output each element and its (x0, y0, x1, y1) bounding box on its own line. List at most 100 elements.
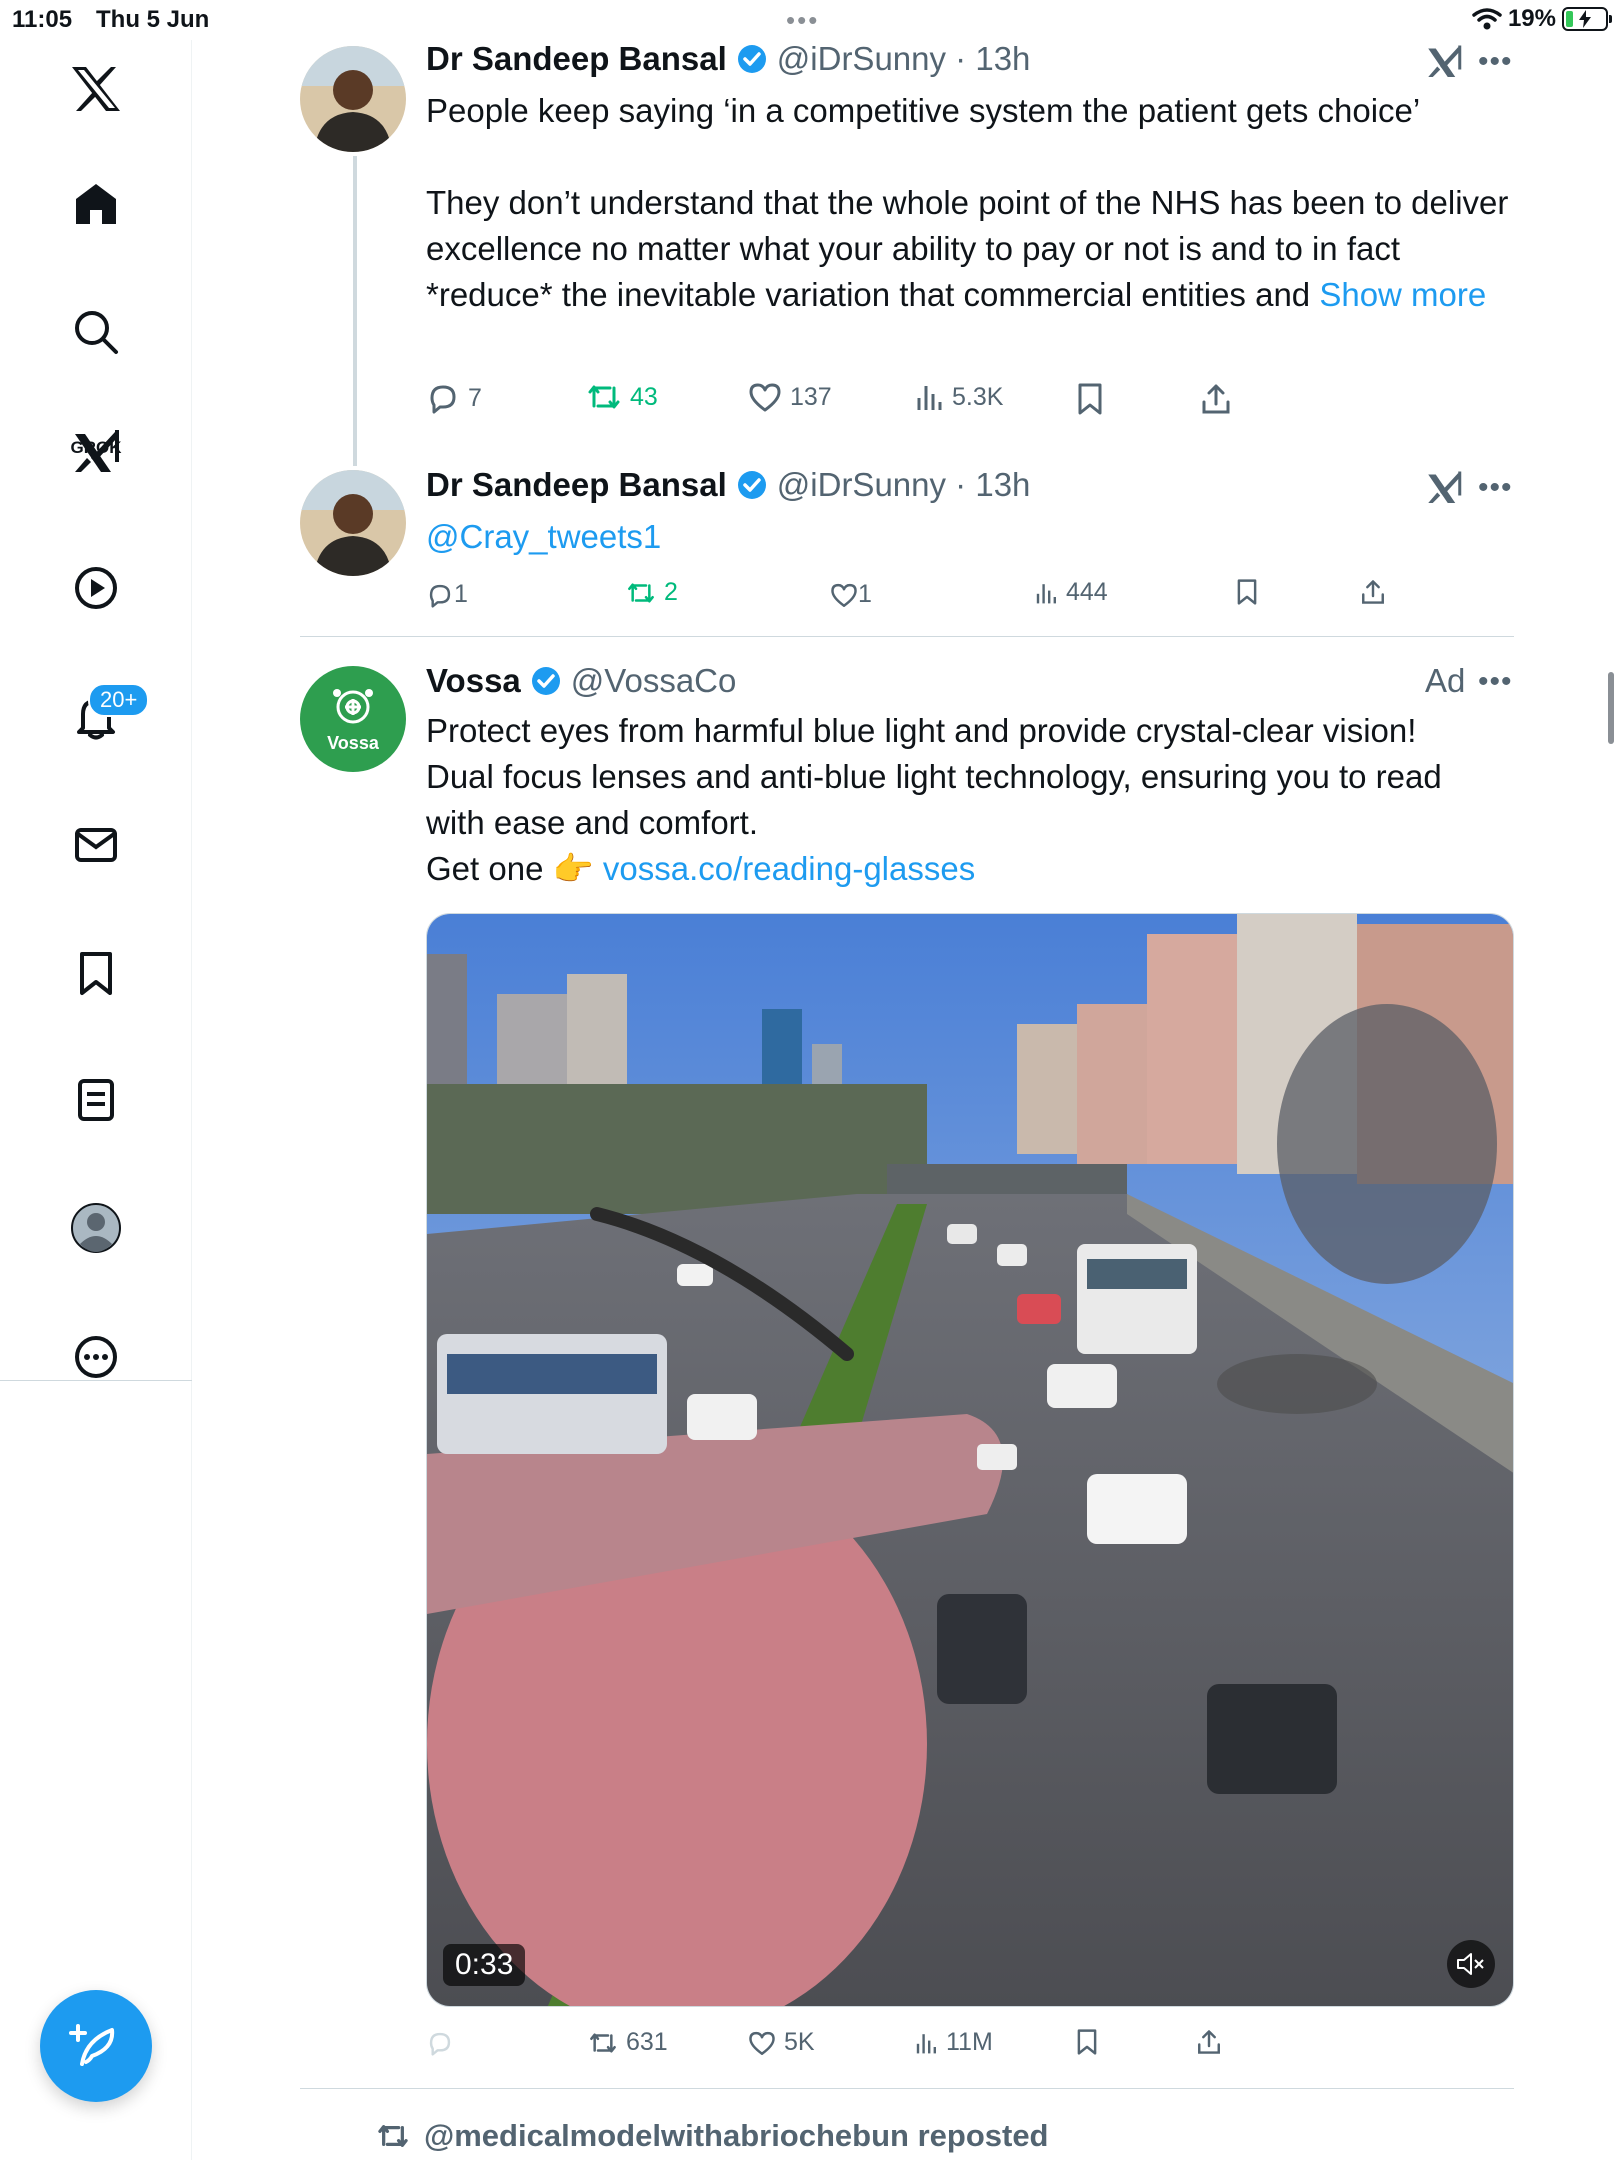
tweet-text: @Cray_tweets1 (426, 514, 661, 560)
x-logo-icon[interactable] (64, 57, 128, 121)
tweet-divider (300, 636, 1514, 637)
grok-explain-icon[interactable] (1425, 44, 1463, 85)
sidebar-item-video[interactable] (64, 556, 128, 620)
sidebar-item-home[interactable] (64, 172, 128, 236)
share-button[interactable] (1200, 382, 1232, 416)
wifi-icon (1472, 8, 1502, 30)
mute-button[interactable] (1447, 1940, 1495, 1988)
status-date: Thu 5 Jun (96, 6, 210, 33)
search-icon (75, 311, 118, 354)
tweet-line: Protect eyes from harmful blue light and… (426, 712, 1417, 749)
grok-explain-icon[interactable] (1425, 470, 1463, 511)
retweet-icon (378, 2125, 408, 2147)
bookmark-button[interactable] (1234, 578, 1260, 606)
bookmark-icon (1077, 2029, 1097, 2055)
reply-icon (429, 2032, 451, 2056)
avatar[interactable]: Vossa (300, 666, 406, 772)
author-handle[interactable]: @VossaCo (571, 662, 737, 700)
status-time: 11:05 (12, 6, 73, 33)
share-icon (1198, 2030, 1220, 2054)
tweet-line-prefix: Get one (426, 850, 553, 887)
tweet-time[interactable]: 13h (975, 40, 1030, 78)
retweet-button[interactable]: 2 (626, 578, 678, 607)
tweet-header: Vossa @VossaCo (426, 662, 736, 700)
author-handle[interactable]: @iDrSunny (777, 466, 946, 504)
views-button[interactable]: 5.3K (914, 382, 1003, 412)
scrollbar[interactable] (1608, 672, 1614, 744)
share-button[interactable] (1196, 2028, 1222, 2056)
tweet-line: with ease and comfort. (426, 804, 758, 841)
views-icon (1036, 583, 1056, 603)
thread-connector (353, 156, 357, 466)
like-button[interactable]: 1 (830, 580, 872, 609)
like-count: 137 (790, 382, 832, 411)
profile-icon (71, 1203, 121, 1253)
avatar[interactable] (300, 470, 406, 576)
avatar[interactable] (300, 46, 406, 152)
like-button[interactable]: 137 (748, 382, 832, 412)
reply-button[interactable] (426, 2030, 454, 2056)
show-more-link[interactable]: Show more (1319, 276, 1486, 313)
retweet-button[interactable]: 43 (586, 382, 658, 412)
bookmark-button[interactable] (1074, 2028, 1100, 2056)
list-icon (78, 1079, 114, 1121)
dot-separator: · (946, 40, 976, 77)
views-count: 5.3K (952, 382, 1004, 411)
verified-badge-icon (737, 44, 767, 74)
author-name[interactable]: Dr Sandeep Bansal (426, 40, 727, 78)
sidebar-item-profile[interactable] (64, 1196, 128, 1260)
share-button[interactable] (1360, 578, 1386, 606)
retweet-count: 2 (664, 578, 678, 606)
sidebar-item-lists[interactable] (64, 1068, 128, 1132)
views-icon (917, 386, 942, 410)
bookmark-icon (1237, 579, 1257, 605)
tweet-header: Dr Sandeep Bansal @iDrSunny · 13h (426, 466, 1030, 504)
repost-text: @medicalmodelwithabriochebun reposted (424, 2118, 1049, 2153)
more-options-icon[interactable]: ••• (1478, 473, 1513, 503)
reply-button[interactable]: 7 (426, 382, 482, 414)
sidebar-item-explore[interactable] (64, 300, 128, 364)
tweet-text: People keep saying ‘in a competitive sys… (426, 88, 1516, 318)
bookmark-button[interactable] (1074, 382, 1106, 416)
sidebar-item-bookmarks[interactable] (64, 941, 128, 1005)
retweet-count: 43 (630, 382, 658, 411)
author-name[interactable]: Dr Sandeep Bansal (426, 466, 727, 504)
views-button[interactable]: 444 (1034, 578, 1108, 607)
author-handle[interactable]: @iDrSunny (777, 40, 946, 78)
feather-plus-icon (69, 2024, 115, 2066)
compose-button[interactable] (40, 1990, 152, 2102)
play-icon (75, 567, 117, 609)
more-options-icon[interactable]: ••• (1478, 47, 1513, 77)
ad-link[interactable]: vossa.co/reading-glasses (603, 850, 975, 887)
ad-label: Ad (1425, 662, 1466, 699)
retweet-icon (628, 582, 654, 603)
retweet-button[interactable]: 631 (588, 2028, 668, 2057)
like-count: 5K (784, 2028, 815, 2056)
retweet-count: 631 (626, 2028, 668, 2056)
grok-label: GROK (70, 438, 122, 457)
heart-icon (749, 383, 781, 412)
views-button[interactable]: 11M (914, 2028, 993, 2057)
more-options-icon[interactable]: ••• (1478, 667, 1513, 697)
tweet-line: Get one 👉 vossa.co/reading-glasses (426, 846, 1516, 892)
heart-icon (749, 2031, 775, 2055)
author-name[interactable]: Vossa (426, 662, 521, 700)
video-duration: 0:33 (443, 1944, 526, 1986)
like-button[interactable]: 5K (748, 2028, 815, 2057)
verified-badge-icon (737, 470, 767, 500)
tweet-time[interactable]: 13h (975, 466, 1030, 504)
tweet-text: Protect eyes from harmful blue light and… (426, 708, 1516, 892)
vossa-logo-icon (333, 688, 373, 723)
video-player[interactable]: 0:33 (426, 913, 1514, 2007)
reply-button[interactable]: 1 (426, 580, 468, 609)
reply-icon (429, 584, 451, 608)
video-frame (427, 914, 1513, 2006)
repost-indicator[interactable]: @medicalmodelwithabriochebun reposted (376, 2118, 1049, 2154)
bookmark-icon (80, 952, 112, 995)
mention-link[interactable]: @Cray_tweets1 (426, 518, 661, 555)
like-count: 1 (858, 580, 872, 608)
multitasking-dots-icon[interactable]: ••• (786, 7, 819, 33)
status-right: 19% (1472, 5, 1612, 33)
views-icon (916, 2033, 936, 2053)
sidebar-item-messages[interactable] (64, 813, 128, 877)
